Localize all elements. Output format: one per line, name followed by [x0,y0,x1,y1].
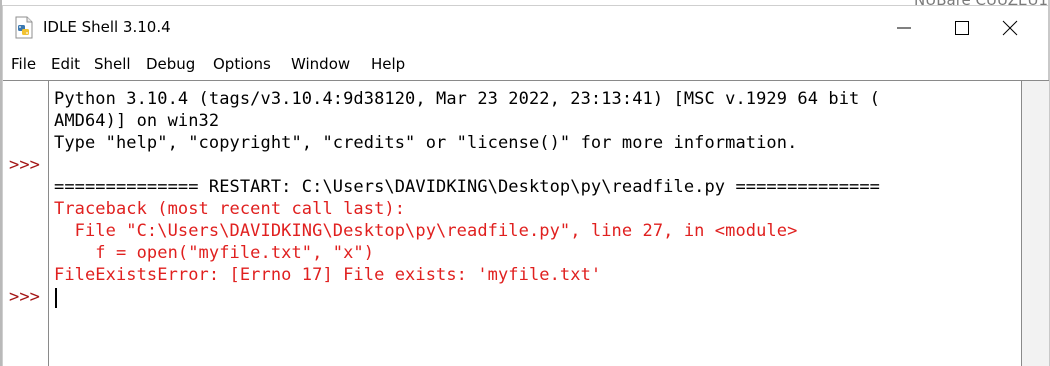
shell-line-traceback-file: File "C:\Users\DAVIDKING\Desktop\py\read… [54,221,798,241]
window-title: IDLE Shell 3.10.4 [43,18,171,36]
shell-line-python-version: Python 3.10.4 (tags/v3.10.4:9d38120, Mar… [54,89,880,109]
menu-window[interactable]: Window [291,55,350,73]
shell-line-traceback: Traceback (most recent call last): [54,199,406,219]
menu-help[interactable]: Help [371,55,405,73]
close-icon [1002,20,1018,36]
menu-bar: File Edit Shell Debug Options Window Hel… [3,50,1048,80]
text-cursor [55,288,57,308]
minimize-icon [897,27,911,29]
menu-shell[interactable]: Shell [94,55,131,73]
menu-options[interactable]: Options [213,55,271,73]
shell-line-restart: ============== RESTART: C:\Users\DAVIDKI… [54,177,880,197]
menu-edit[interactable]: Edit [51,55,80,73]
shell-line-error-message: FileExistsError: [Errno 17] File exists:… [54,265,602,285]
shell-line-traceback-code: f = open("myfile.txt", "x") [54,243,375,263]
shell-prompt-active: >>> [9,287,40,307]
close-button[interactable] [987,6,1033,50]
maximize-icon [955,21,969,35]
minimize-button[interactable] [881,6,927,50]
prompt-gutter: >>> >>> [3,80,48,366]
menu-file[interactable]: File [11,55,36,73]
shell-output-area[interactable]: Python 3.10.4 (tags/v3.10.4:9d38120, Mar… [48,80,1022,366]
title-bar[interactable]: IDLE Shell 3.10.4 [3,6,1048,50]
menu-debug[interactable]: Debug [146,55,195,73]
shell-prompt: >>> [9,155,40,175]
idle-python-icon[interactable] [13,16,35,40]
shell-line-platform: AMD64)] on win32 [54,111,220,131]
idle-shell-window: IDLE Shell 3.10.4 File Edit Shell Debug … [2,5,1049,366]
maximize-button[interactable] [939,6,985,50]
shell-line-help-info: Type "help", "copyright", "credits" or "… [54,133,798,153]
vertical-scrollbar-region[interactable] [1022,80,1049,366]
